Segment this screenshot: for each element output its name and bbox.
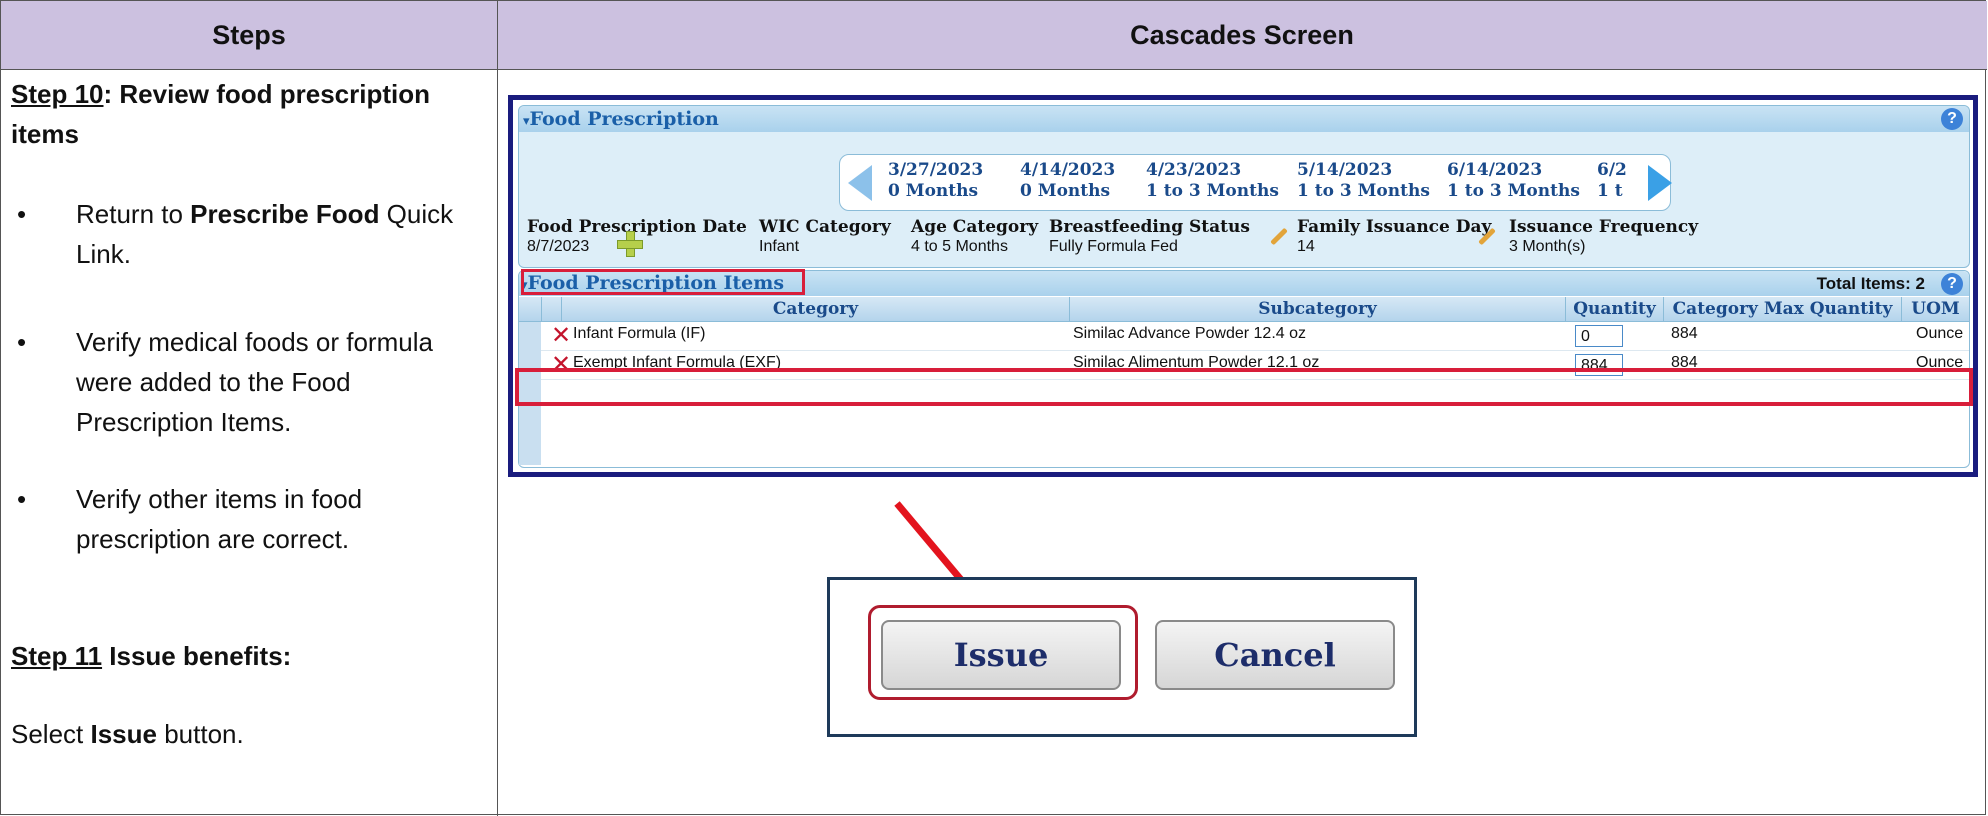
- instruction-text: button.: [157, 719, 244, 749]
- cell-uom: Ounce: [1916, 325, 1964, 342]
- carousel-date[interactable]: 6/2 1 t: [1597, 160, 1637, 202]
- issue-button[interactable]: Issue: [881, 620, 1121, 690]
- items-title-highlight: [521, 269, 805, 295]
- step11-label: Step 11: [11, 641, 103, 671]
- food-prescription-header[interactable]: ▾Food Prescription ?: [519, 106, 1969, 132]
- col-uom[interactable]: UOM: [1901, 297, 1969, 321]
- column-divider: [497, 1, 498, 816]
- exempt-formula-row-highlight: [515, 368, 1973, 406]
- field-age-category: Age Category 4 to 5 Months: [911, 217, 1039, 256]
- field-family-issuance-day: Family Issuance Day 14: [1297, 217, 1492, 256]
- instruction-bold: Issue: [90, 719, 158, 749]
- bullet-bold: Prescribe Food: [190, 199, 380, 229]
- cell-subcategory: Similac Advance Powder 12.4 oz: [1073, 325, 1307, 342]
- cancel-button[interactable]: Cancel: [1155, 620, 1395, 690]
- help-icon[interactable]: ?: [1941, 273, 1963, 295]
- col-quantity[interactable]: Quantity: [1565, 297, 1663, 321]
- date-carousel: 3/27/2023 0 Months 4/14/2023 0 Months 4/23…: [839, 154, 1672, 211]
- select-issue-instruction: Select Issue button.: [11, 714, 491, 754]
- col-category[interactable]: Category: [561, 297, 1069, 321]
- col-category-max-quantity[interactable]: Category Max Quantity: [1663, 297, 1901, 321]
- grid-header-blank: [541, 297, 561, 321]
- food-prescription-panel: ▾Food Prescription ? 3/27/2023 0 Months 4…: [508, 95, 1978, 477]
- step10-heading: Step 10: Review food prescription items: [11, 74, 491, 154]
- action-buttons-frame: Issue Cancel: [827, 577, 1417, 737]
- header-steps: Steps: [212, 20, 286, 50]
- add-plus-icon[interactable]: [617, 231, 643, 257]
- field-wic-category: WIC Category Infant: [759, 217, 891, 256]
- food-prescription-section: ▾Food Prescription ? 3/27/2023 0 Months 4…: [518, 105, 1970, 268]
- cell-max-quantity: 884: [1671, 325, 1698, 342]
- instruction-text: Select: [11, 719, 91, 749]
- bullet-text: Verify medical foods or formula were add…: [76, 327, 433, 437]
- help-icon[interactable]: ?: [1941, 108, 1963, 130]
- carousel-date[interactable]: 4/23/2023 1 to 3 Months: [1146, 160, 1279, 202]
- step10-label: Step 10: [11, 79, 104, 109]
- carousel-date[interactable]: 6/14/2023 1 to 3 Months: [1447, 160, 1580, 202]
- cell-category: Infant Formula (IF): [573, 325, 706, 342]
- carousel-next-arrow-icon[interactable]: [1648, 165, 1672, 201]
- field-breastfeeding-status: Breastfeeding Status Fully Formula Fed: [1049, 217, 1250, 256]
- grid-header: Category Subcategory Quantity Category M…: [519, 297, 1969, 322]
- carousel-date[interactable]: 4/14/2023 0 Months: [1020, 160, 1115, 202]
- header-cascades-screen: Cascades Screen: [1130, 20, 1354, 50]
- bullet-text: Verify other items in food prescription …: [76, 484, 363, 554]
- col-subcategory[interactable]: Subcategory: [1069, 297, 1565, 321]
- step11-title: Issue benefits:: [102, 641, 292, 671]
- bullet-dot: •: [17, 484, 27, 514]
- carousel-date[interactable]: 3/27/2023 0 Months: [888, 160, 983, 202]
- bullet-dot: •: [17, 327, 27, 357]
- bullet-text: Return to: [76, 199, 191, 229]
- table-header: Steps Cascades Screen: [1, 1, 1987, 70]
- field-issuance-frequency: Issuance Frequency 3 Month(s): [1509, 217, 1699, 256]
- collapse-icon[interactable]: ▾: [519, 114, 530, 129]
- quantity-input[interactable]: 0: [1575, 325, 1623, 347]
- delete-x-icon[interactable]: ✕: [551, 324, 571, 348]
- carousel-prev-arrow-icon[interactable]: [848, 165, 872, 201]
- food-prescription-title: Food Prescription: [529, 108, 719, 130]
- table-row: ✕ Infant Formula (IF) Similac Advance Po…: [541, 322, 1969, 351]
- carousel-date[interactable]: 5/14/2023 1 to 3 Months: [1297, 160, 1430, 202]
- total-items: Total Items: 2: [1816, 274, 1925, 293]
- bullet-dot: •: [17, 199, 27, 229]
- step11-heading: Step 11 Issue benefits:: [11, 636, 491, 676]
- edit-pencil-icon[interactable]: [1270, 227, 1288, 246]
